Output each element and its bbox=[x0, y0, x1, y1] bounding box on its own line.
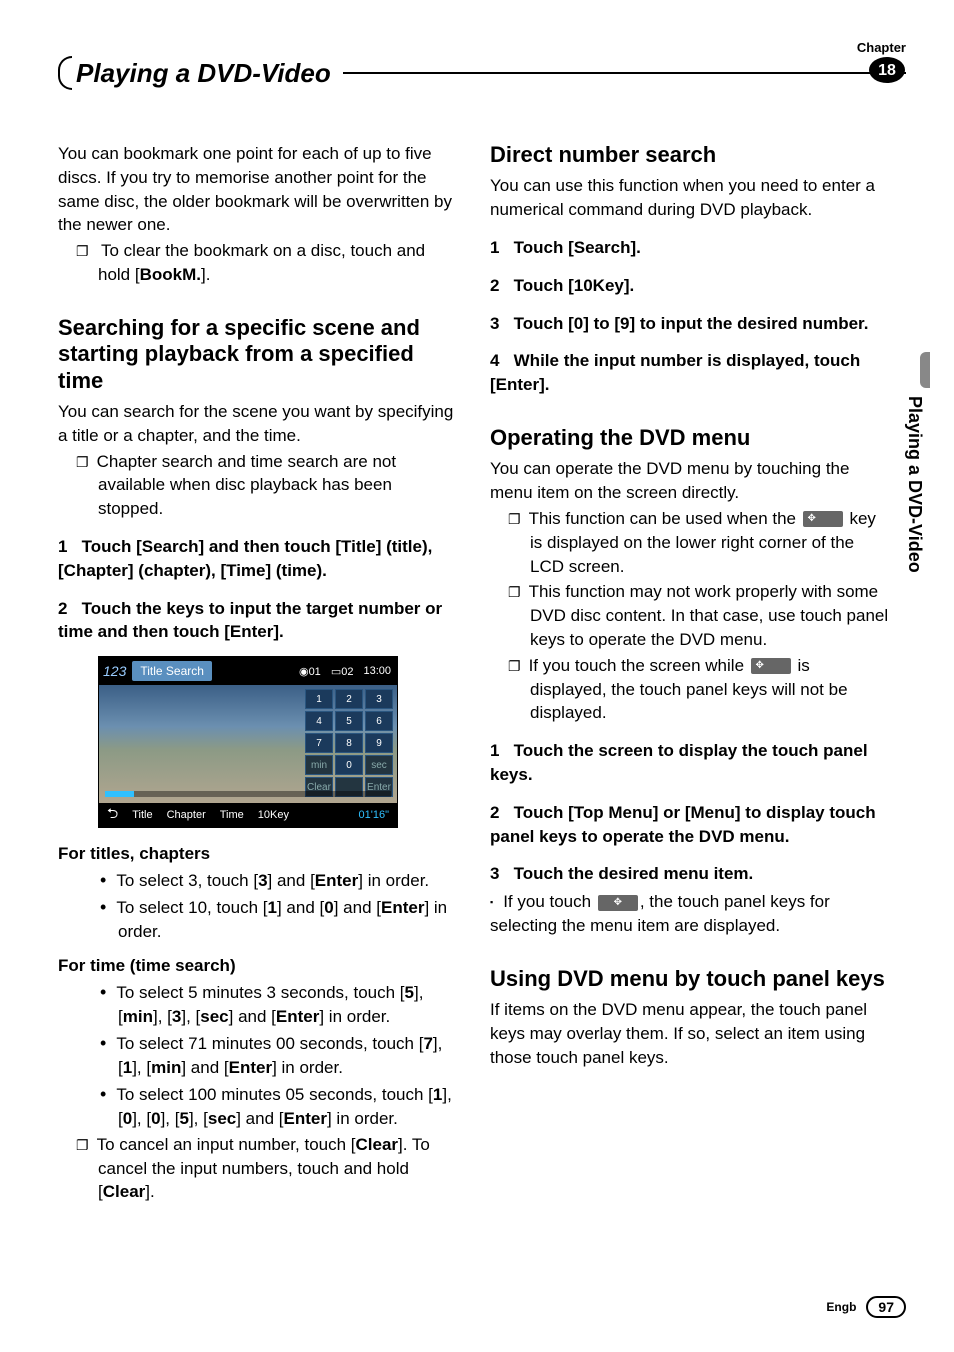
om-step-1: 1 Touch the screen to display the touch … bbox=[490, 739, 890, 787]
search-scene-desc: You can search for the scene you want by… bbox=[58, 400, 458, 448]
touch-panel-desc: If items on the DVD menu appear, the tou… bbox=[490, 998, 890, 1069]
page-footer: Engb 97 bbox=[826, 1296, 906, 1318]
right-column: Direct number search You can use this fu… bbox=[490, 142, 890, 1206]
dpad-icon: ✥ bbox=[598, 895, 638, 911]
intro-paragraph: You can bookmark one point for each of u… bbox=[58, 142, 458, 237]
direct-number-heading: Direct number search bbox=[490, 142, 890, 168]
menu-note-3: If you touch the screen while ✥ is displ… bbox=[530, 654, 890, 725]
chapter-label: Chapter bbox=[857, 40, 906, 55]
dn-step-3: 3 Touch [0] to [9] to input the desired … bbox=[490, 312, 890, 336]
page-number: 97 bbox=[866, 1296, 906, 1318]
cancel-input-note: To cancel an input number, touch [Clear]… bbox=[98, 1133, 458, 1204]
select-71m: To select 71 minutes 00 seconds, touch [… bbox=[118, 1031, 458, 1080]
language-code: Engb bbox=[826, 1300, 856, 1314]
touch-panel-heading: Using DVD menu by touch panel keys bbox=[490, 966, 890, 992]
clear-bookmark-note: To clear the bookmark on a disc, touch a… bbox=[98, 239, 458, 287]
titles-chapters-subhead: For titles, chapters bbox=[58, 842, 458, 866]
touch-panel-note: If you touch ✥, the touch panel keys for… bbox=[490, 890, 890, 938]
section-side-tab: Playing a DVD-Video bbox=[904, 352, 928, 624]
dn-step-1: 1 Touch [Search]. bbox=[490, 236, 890, 260]
dpad-icon: ✥ bbox=[751, 658, 791, 674]
operating-menu-desc: You can operate the DVD menu by touching… bbox=[490, 457, 890, 505]
page-title: Playing a DVD-Video bbox=[72, 58, 341, 89]
search-scene-heading: Searching for a specific scene and start… bbox=[58, 315, 458, 394]
operating-menu-heading: Operating the DVD menu bbox=[490, 425, 890, 451]
step-1: 1 Touch [Search] and then touch [Title] … bbox=[58, 535, 458, 583]
left-column: You can bookmark one point for each of u… bbox=[58, 142, 458, 1206]
page-title-bar: Playing a DVD-Video bbox=[58, 56, 906, 90]
direct-number-desc: You can use this function when you need … bbox=[490, 174, 890, 222]
step-2: 2 Touch the keys to input the target num… bbox=[58, 597, 458, 645]
om-step-2: 2 Touch [Top Menu] or [Menu] to display … bbox=[490, 801, 890, 849]
search-availability-note: Chapter search and time search are not a… bbox=[98, 450, 458, 521]
svg-text:18: 18 bbox=[878, 62, 896, 79]
dn-step-4: 4 While the input number is displayed, t… bbox=[490, 349, 890, 397]
dpad-icon: ✥ bbox=[803, 511, 843, 527]
select-10: To select 10, touch [1] and [0] and [Ent… bbox=[118, 895, 458, 944]
time-search-subhead: For time (time search) bbox=[58, 954, 458, 978]
select-3: To select 3, touch [3] and [Enter] in or… bbox=[118, 868, 458, 893]
menu-note-2: This function may not work properly with… bbox=[530, 580, 890, 651]
chapter-number-badge: 18 bbox=[868, 56, 906, 89]
menu-note-1: This function can be used when the ✥ key… bbox=[530, 507, 890, 578]
select-5m3s: To select 5 minutes 3 seconds, touch [5]… bbox=[118, 980, 458, 1029]
om-step-3: 3 Touch the desired menu item. bbox=[490, 862, 890, 886]
select-100m5s: To select 100 minutes 05 seconds, touch … bbox=[118, 1082, 458, 1131]
keypad: 123 456 789 min0sec ClearEnter bbox=[305, 689, 393, 797]
title-search-screenshot: 123 Title Search ◉01▭0213:00 123 456 789… bbox=[98, 656, 398, 828]
dn-step-2: 2 Touch [10Key]. bbox=[490, 274, 890, 298]
